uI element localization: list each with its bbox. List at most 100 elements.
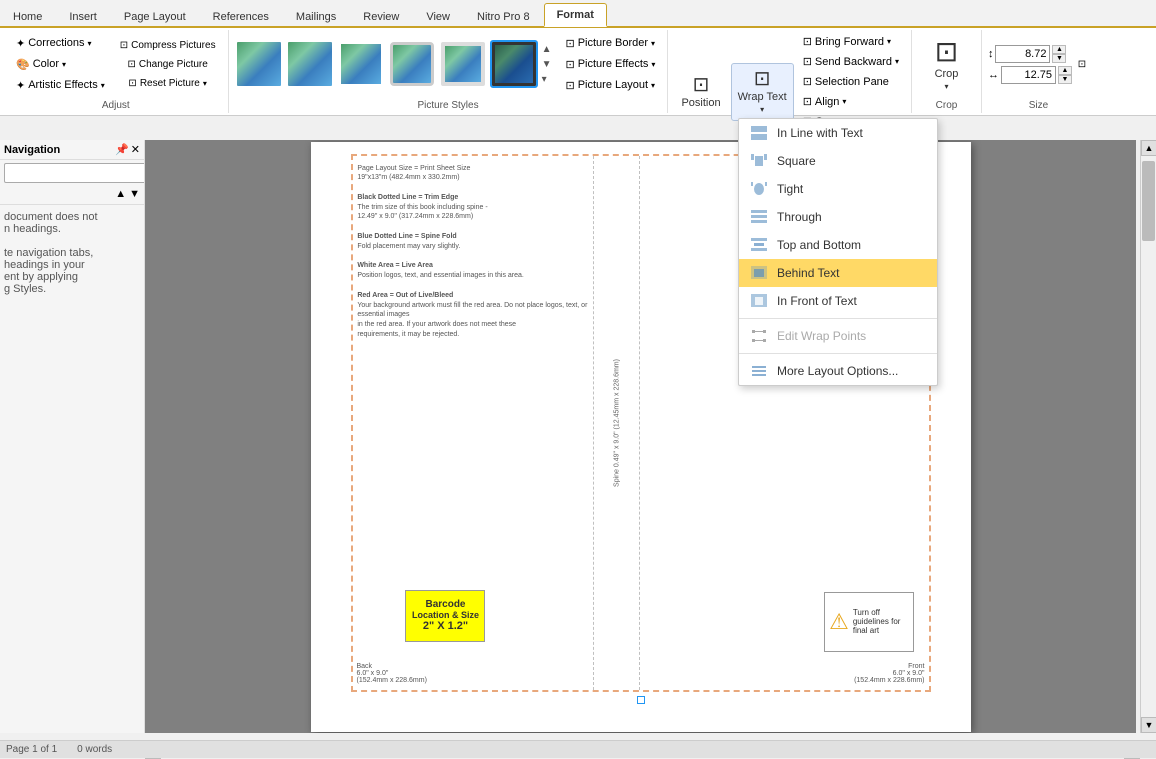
book-back-cover: Page Layout Size = Print Sheet Size 19"x…	[353, 156, 595, 690]
reset-dropdown-arrow[interactable]: ▾	[203, 79, 207, 88]
corrections-button[interactable]: ✦ Corrections ▾	[10, 34, 111, 53]
navigation-search-input[interactable]	[4, 163, 145, 183]
crop-icon: ⊡	[935, 38, 958, 66]
crop-group-label: Crop	[936, 96, 958, 111]
tab-format[interactable]: Format	[544, 3, 607, 27]
size-expand-icon[interactable]: ⊡	[1078, 59, 1086, 70]
scrollbar-thumb[interactable]	[1142, 161, 1155, 241]
change-pic-icon: ⊡	[127, 59, 135, 70]
picture-layout-button[interactable]: ⊡ Picture Layout ▾	[559, 76, 661, 95]
send-backward-button[interactable]: ⊡ Send Backward ▾	[797, 52, 905, 71]
ribbon-group-crop: ⊡ Crop ▾ Crop	[912, 30, 982, 113]
style-thumb-1[interactable]	[235, 40, 283, 88]
sidebar-close-icon[interactable]: ✕	[131, 143, 140, 156]
ribbon-group-size: ↕ ▲ ▼ ↔ ▲ ▼ ⊡	[982, 30, 1095, 113]
sidebar-pin-icon[interactable]: 📌	[115, 143, 129, 156]
style-thumb-2[interactable]	[286, 40, 334, 88]
bring-forward-icon: ⊡	[803, 35, 812, 48]
adjust-label: Adjust	[102, 96, 130, 111]
artistic-dropdown-arrow[interactable]: ▾	[101, 81, 105, 90]
scroll-up-button[interactable]: ▲	[1141, 140, 1156, 156]
height-spin-up[interactable]: ▲	[1052, 45, 1066, 54]
nav-info-6: g Styles.	[4, 283, 140, 295]
wrap-icon: ⊡	[754, 69, 771, 89]
wrap-text-dropdown: In Line with Text Square Tight Through T…	[738, 118, 938, 386]
barcode-box: Barcode Location & Size 2" X 1.2"	[405, 590, 485, 642]
gallery-scroll-up[interactable]: ▲	[541, 43, 553, 56]
wrap-top-bottom-item[interactable]: Top and Bottom	[739, 231, 937, 259]
width-spin-down[interactable]: ▼	[1058, 75, 1072, 84]
height-icon: ↕	[988, 48, 994, 60]
tab-nitro[interactable]: Nitro Pro 8	[464, 5, 543, 27]
tab-page-layout[interactable]: Page Layout	[111, 5, 199, 27]
wrap-through-item[interactable]: Through	[739, 203, 937, 231]
tab-insert[interactable]: Insert	[56, 5, 110, 27]
navigation-content: document does not n headings. te navigat…	[0, 207, 144, 299]
color-button[interactable]: 🎨 Color ▾	[10, 55, 111, 74]
compress-button[interactable]: ⊡ Compress Pictures	[114, 37, 222, 54]
position-icon: ⊡	[693, 75, 710, 95]
wrap-inline-item[interactable]: In Line with Text	[739, 119, 937, 147]
wrap-more-options-item[interactable]: More Layout Options...	[739, 357, 937, 385]
gallery-scroll-down[interactable]: ▼	[541, 58, 553, 71]
wrap-front-item[interactable]: In Front of Text	[739, 287, 937, 315]
picture-effects-button[interactable]: ⊡ Picture Effects ▾	[559, 55, 661, 74]
main-content-area: Page Layout Size = Print Sheet Size 19"x…	[145, 140, 1136, 733]
layout-dropdown-arrow[interactable]: ▾	[651, 81, 655, 90]
edit-points-icon	[749, 327, 769, 345]
wrap-edit-points-item: Edit Wrap Points	[739, 322, 937, 350]
wrap-dropdown-arrow[interactable]: ▾	[760, 105, 764, 114]
color-dropdown-arrow[interactable]: ▾	[62, 60, 66, 69]
tab-view[interactable]: View	[413, 5, 463, 27]
ribbon-group-arrange: ⊡ Position ⊡ Wrap Text ▾ ⊡ Bring Forward…	[668, 30, 912, 113]
nav-down-icon[interactable]: ▼	[129, 188, 140, 200]
width-input[interactable]	[1001, 66, 1056, 84]
scrollbar-track[interactable]	[1141, 156, 1156, 717]
effects-icon: ⊡	[565, 58, 574, 71]
border-dropdown-arrow[interactable]: ▾	[651, 39, 655, 48]
inline-wrap-icon	[749, 124, 769, 142]
align-button[interactable]: ⊡ Align ▾	[797, 92, 905, 111]
nav-up-icon[interactable]: ▲	[115, 188, 126, 200]
corrections-icon: ✦	[16, 37, 25, 50]
crop-button[interactable]: ⊡ Crop ▾	[924, 35, 968, 93]
selection-handle-bottom[interactable]	[637, 696, 645, 704]
style-thumb-4[interactable]	[388, 40, 436, 88]
picture-border-button[interactable]: ⊡ Picture Border ▾	[559, 34, 661, 53]
page-status: Page 1 of 1	[6, 744, 57, 755]
nav-info-3: te navigation tabs,	[4, 247, 140, 259]
reset-picture-button[interactable]: ⊡ Reset Picture ▾	[122, 75, 212, 92]
tab-home[interactable]: Home	[0, 5, 55, 27]
style-thumb-3[interactable]	[337, 40, 385, 88]
style-thumb-6[interactable]	[490, 40, 538, 88]
scroll-down-button[interactable]: ▼	[1141, 717, 1156, 733]
corrections-dropdown-arrow[interactable]: ▾	[87, 39, 91, 48]
wrap-square-item[interactable]: Square	[739, 147, 937, 175]
change-picture-button[interactable]: ⊡ Change Picture	[121, 56, 213, 73]
behind-wrap-icon	[749, 264, 769, 282]
bring-forward-button[interactable]: ⊡ Bring Forward ▾	[797, 32, 905, 51]
wrap-behind-item[interactable]: Behind Text	[739, 259, 937, 287]
color-icon: 🎨	[16, 58, 30, 71]
height-input[interactable]	[995, 45, 1050, 63]
ribbon-group-picture-styles: ▲ ▼ ▾ ⊡ Picture Border ▾ ⊡ Picture Effec…	[229, 30, 669, 113]
effects-dropdown-arrow[interactable]: ▾	[651, 60, 655, 69]
word-count: 0 words	[77, 744, 112, 755]
through-wrap-icon	[749, 208, 769, 226]
position-button[interactable]: ⊡ Position	[674, 63, 727, 121]
tab-review[interactable]: Review	[350, 5, 412, 27]
tab-references[interactable]: References	[200, 5, 282, 27]
tab-mailings[interactable]: Mailings	[283, 5, 349, 27]
height-row: ↕ ▲ ▼	[988, 45, 1072, 63]
selection-pane-button[interactable]: ⊡ Selection Pane	[797, 72, 905, 91]
width-row: ↔ ▲ ▼	[988, 66, 1072, 84]
width-spin-up[interactable]: ▲	[1058, 66, 1072, 75]
wrap-separator-2	[739, 353, 937, 354]
more-options-icon	[749, 362, 769, 380]
height-spin-down[interactable]: ▼	[1052, 54, 1066, 63]
wrap-text-button[interactable]: ⊡ Wrap Text ▾	[731, 63, 794, 121]
artistic-effects-button[interactable]: ✦ Artistic Effects ▾	[10, 76, 111, 95]
style-thumb-5[interactable]	[439, 40, 487, 88]
wrap-tight-item[interactable]: Tight	[739, 175, 937, 203]
gallery-expand[interactable]: ▾	[541, 73, 553, 86]
